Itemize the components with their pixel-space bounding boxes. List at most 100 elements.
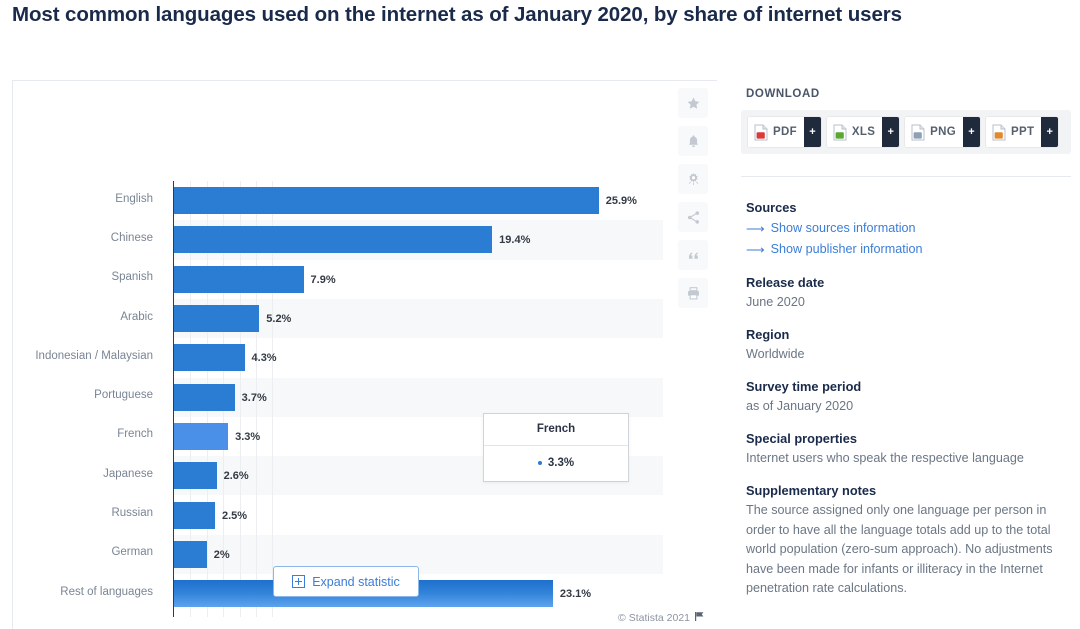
bar-value-label: 3.7% [241, 391, 267, 404]
tooltip-header: French [484, 414, 628, 446]
plot-area: 25.9% 19.4% 7.9% 5.2% 4.3% 3.7% 3.3% 2.6% 2.5% 2%… [173, 181, 663, 617]
bar-russian[interactable] [174, 501, 215, 529]
download-png-options-button[interactable]: + [963, 117, 980, 147]
flag-icon [694, 611, 705, 625]
y-axis-label: Spanish [111, 271, 153, 284]
special-properties-value: Internet users who speak the respective … [746, 451, 1024, 465]
download-ppt-options-button[interactable]: + [1041, 117, 1059, 147]
supplementary-notes-value: The source assigned only one language pe… [746, 503, 1053, 595]
show-publisher-label: Show publisher information [770, 242, 923, 256]
expand-plus-icon [292, 575, 306, 588]
download-xls-button[interactable]: XLS + [826, 117, 900, 147]
sources-heading: Sources [746, 200, 797, 215]
release-date-block: Release date June 2020 [746, 273, 1068, 312]
bar-value-label: 3.3% [235, 430, 261, 443]
printer-button[interactable] [678, 278, 708, 308]
bar-german[interactable] [174, 540, 207, 568]
chart-card: English Chinese Spanish Arabic Indonesian / … [12, 80, 717, 629]
star-button[interactable] [678, 88, 708, 118]
download-ppt-label: PPT [1011, 126, 1035, 138]
y-axis-label: Chinese [110, 231, 153, 244]
chart-tooltip: French 3.3% [483, 413, 629, 482]
bar-french[interactable] [174, 422, 229, 450]
bar-value-label: 25.9% [605, 195, 637, 208]
download-png-button[interactable]: PNG + [905, 117, 980, 147]
statista-chart-page: Most common languages used on the intern… [0, 0, 1080, 629]
y-axis-label: Rest of languages [60, 585, 153, 598]
bar-chinese[interactable] [174, 226, 493, 254]
copyright-text: © Statista 2021 [618, 612, 690, 624]
arrow-right-icon: ⟶ [746, 221, 765, 236]
bar-value-label: 7.9% [310, 273, 336, 286]
file-xls-icon [833, 124, 847, 141]
tooltip-dot-icon [537, 461, 542, 465]
show-sources-link[interactable]: ⟶ Show sources information [746, 218, 1068, 239]
special-properties-block: Special properties Internet users who sp… [746, 429, 1068, 468]
download-xls-label: XLS [851, 126, 876, 138]
y-axis-label: Japanese [103, 467, 153, 480]
survey-period-value: as of January 2020 [746, 399, 854, 413]
bar-value-label: 2% [213, 548, 230, 561]
survey-period-block: Survey time period as of January 2020 [746, 377, 1068, 416]
tooltip-row: 3.3% [484, 446, 628, 481]
bell-button[interactable] [678, 126, 708, 156]
bar-portuguese[interactable] [174, 383, 235, 411]
download-ppt-button[interactable]: PPT + [986, 117, 1059, 147]
download-pdf-options-button[interactable]: + [803, 117, 821, 147]
y-axis-label: Indonesian / Malaysian [35, 349, 153, 362]
download-xls-options-button[interactable]: + [882, 117, 900, 147]
supplementary-notes-heading: Supplementary notes [746, 483, 877, 498]
tooltip-value: 3.3% [547, 457, 575, 469]
bar-arabic[interactable] [174, 305, 260, 333]
plot-row-band [174, 338, 663, 378]
region-value: Worldwide [746, 347, 805, 361]
page-title: Most common languages used on the intern… [12, 3, 902, 26]
bar-value-label: 5.2% [266, 313, 292, 326]
show-sources-label: Show sources information [770, 221, 916, 235]
printer-icon [686, 286, 701, 301]
bar-value-label: 19.4% [499, 234, 531, 247]
bar-value-label: 4.3% [251, 352, 277, 365]
sidebar-divider [741, 176, 1071, 177]
download-buttons: PDF + XLS + PNG + PPT + [741, 110, 1071, 154]
bar-japanese[interactable] [174, 462, 217, 490]
star-icon [686, 96, 701, 111]
region-block: Region Worldwide [746, 325, 1068, 364]
y-axis-label: German [111, 546, 153, 559]
download-png-label: PNG [930, 126, 956, 138]
region-heading: Region [746, 327, 790, 342]
quote-icon [686, 248, 701, 263]
bell-icon [686, 134, 701, 149]
bar-value-label: 2.5% [222, 509, 248, 522]
bar-spanish[interactable] [174, 265, 304, 293]
y-axis-label: English [115, 192, 153, 205]
share-button[interactable] [678, 202, 708, 232]
expand-statistic-button[interactable]: Expand statistic [273, 566, 419, 597]
expand-statistic-label: Expand statistic [312, 574, 400, 589]
file-png-icon [911, 124, 925, 141]
sources-block: Sources ⟶ Show sources information ⟶ Sho… [746, 198, 1068, 260]
bar-english[interactable] [174, 187, 599, 215]
quote-button[interactable] [678, 240, 708, 270]
file-ppt-icon [992, 124, 1006, 141]
bar-value-label: 2.6% [223, 470, 249, 483]
y-axis-label: Portuguese [94, 389, 153, 402]
plot-row-band [174, 495, 663, 535]
file-pdf-icon [754, 124, 768, 141]
chart-toolbar [678, 88, 708, 308]
sidebar-meta: Sources ⟶ Show sources information ⟶ Sho… [746, 198, 1068, 612]
gear-icon [686, 172, 701, 187]
show-publisher-link[interactable]: ⟶ Show publisher information [746, 239, 1068, 260]
footer-credit: © Statista 2021 [560, 611, 705, 625]
release-date-heading: Release date [746, 275, 825, 290]
download-heading: DOWNLOAD [746, 88, 820, 100]
bar-indonesian-malaysian[interactable] [174, 344, 245, 372]
survey-period-heading: Survey time period [746, 379, 862, 394]
download-pdf-button[interactable]: PDF + [748, 117, 821, 147]
release-date-value: June 2020 [746, 295, 805, 309]
bar-value-label: 23.1% [559, 588, 592, 601]
sidebar: DOWNLOAD PDF + XLS + PNG + PPT + Sources ⟶ Show… [733, 80, 1080, 629]
share-icon [686, 210, 701, 225]
gear-button[interactable] [678, 164, 708, 194]
download-pdf-label: PDF [773, 126, 797, 138]
